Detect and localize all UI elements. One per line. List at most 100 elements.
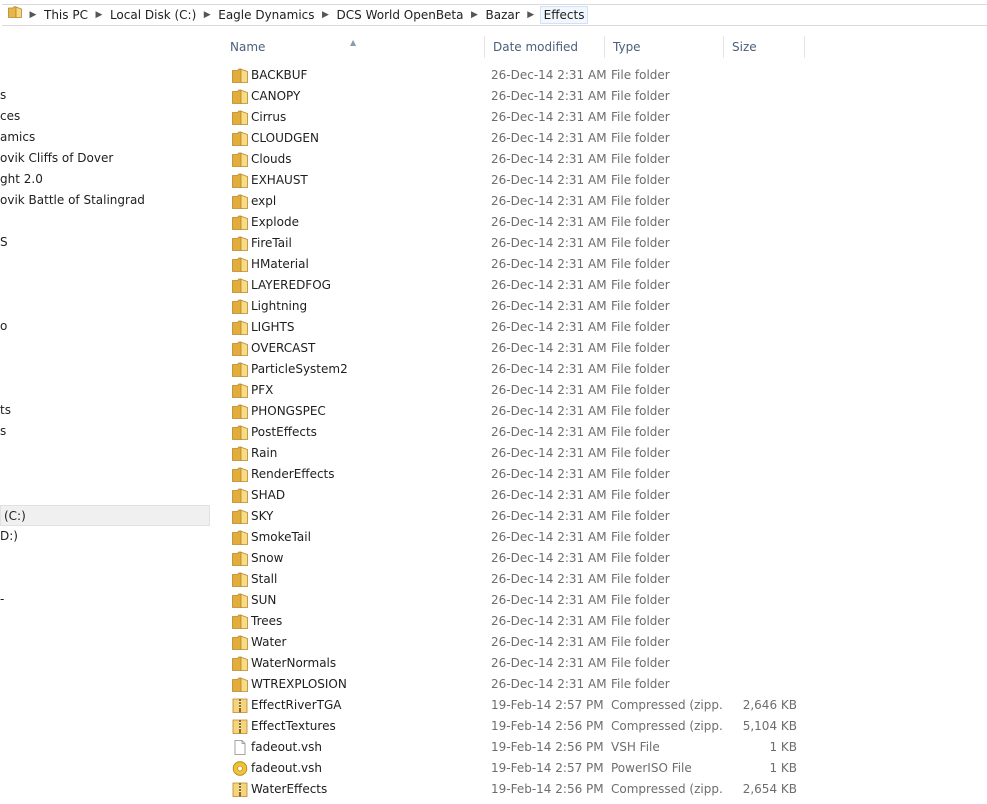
nav-item[interactable]: ts [0,400,212,421]
table-row[interactable]: RenderEffects 26-Dec-14 2:31 AM File folde… [222,464,812,485]
table-row[interactable]: LAYEREDFOG 26-Dec-14 2:31 AM File folder [222,275,812,296]
table-row[interactable]: Snow 26-Dec-14 2:31 AM File folder [222,548,812,569]
nav-item[interactable]: ovik Cliffs of Dover [0,148,212,169]
folder-icon [232,194,248,209]
file-date-modified: 26-Dec-14 2:31 AM [491,110,607,124]
file-size: 2,654 KB [742,782,797,796]
file-name: WTREXPLOSION [251,677,347,691]
address-bar[interactable]: ▶ This PC ▶ Local Disk (C:) ▶ Eagle Dynamics ▶… [0,0,987,30]
table-row[interactable]: FireTail 26-Dec-14 2:31 AM File folder [222,233,812,254]
chevron-right-icon[interactable]: ▶ [317,10,335,20]
table-row[interactable]: fadeout.vsh 19-Feb-14 2:56 PM VSH File 1 KB [222,737,812,758]
file-type: File folder [611,572,670,586]
table-row[interactable]: SUN 26-Dec-14 2:31 AM File folder [222,590,812,611]
folder-icon [232,173,248,188]
nav-item[interactable]: ovik Battle of Stalingrad [0,190,212,211]
nav-item-label: ght 2.0 [0,172,43,186]
file-type: File folder [611,446,670,460]
file-name: EXHAUST [251,173,308,187]
file-type: File folder [611,152,670,166]
table-row[interactable]: expl 26-Dec-14 2:31 AM File folder [222,191,812,212]
table-row[interactable]: PFX 26-Dec-14 2:31 AM File folder [222,380,812,401]
table-row[interactable]: SmokeTail 26-Dec-14 2:31 AM File folder [222,527,812,548]
table-row[interactable]: HMaterial 26-Dec-14 2:31 AM File folder [222,254,812,275]
file-date-modified: 26-Dec-14 2:31 AM [491,215,607,229]
folder-icon [8,6,22,18]
folder-icon [232,131,248,146]
nav-item[interactable]: ght 2.0 [0,169,212,190]
file-name: CLOUDGEN [251,131,319,145]
column-header-name[interactable]: Name ▲ [222,34,484,60]
file-date-modified: 26-Dec-14 2:31 AM [491,194,607,208]
table-row[interactable]: SHAD 26-Dec-14 2:31 AM File folder [222,485,812,506]
table-row[interactable]: Water 26-Dec-14 2:31 AM File folder [222,632,812,653]
table-row[interactable]: LIGHTS 26-Dec-14 2:31 AM File folder [222,317,812,338]
table-row[interactable]: ParticleSystem2 26-Dec-14 2:31 AM File fol… [222,359,812,380]
nav-item[interactable]: D:) [0,526,212,547]
folder-icon [232,551,248,566]
table-row[interactable]: Trees 26-Dec-14 2:31 AM File folder [222,611,812,632]
table-row[interactable]: BACKBUF 26-Dec-14 2:31 AM File folder [222,65,812,86]
nav-item-label: ts [0,403,11,417]
nav-item-label: - [0,592,5,606]
chevron-right-icon[interactable]: ▶ [90,10,108,20]
column-divider[interactable] [804,36,805,58]
chevron-right-icon[interactable]: ▶ [466,10,484,20]
file-type: File folder [611,677,670,691]
nav-item[interactable]: s [0,85,212,106]
breadcrumb-item[interactable]: This PC [42,8,90,22]
table-row[interactable]: EffectTextures 19-Feb-14 2:56 PM Compresse… [222,716,812,737]
nav-item[interactable]: ces [0,106,212,127]
chevron-right-icon[interactable]: ▶ [24,10,42,20]
navigation-pane[interactable]: s ces amics ovik Cliffs of Dover ght 2.0 ovik… [0,30,212,804]
nav-item[interactable]: S [0,232,212,253]
folder-icon [232,110,248,125]
table-row[interactable]: Clouds 26-Dec-14 2:31 AM File folder [222,149,812,170]
table-row[interactable]: EffectRiverTGA 19-Feb-14 2:57 PM Compresse… [222,695,812,716]
table-row[interactable]: PostEffects 26-Dec-14 2:31 AM File folder [222,422,812,443]
breadcrumb-item[interactable]: Eagle Dynamics [216,8,316,22]
folder-icon [232,341,248,356]
file-type: File folder [611,194,670,208]
zip-folder-icon [232,698,248,713]
file-list: BACKBUF 26-Dec-14 2:31 AM File folder CANOP… [222,65,812,800]
table-row[interactable]: WaterNormals 26-Dec-14 2:31 AM File folder [222,653,812,674]
nav-item[interactable]: amics [0,127,212,148]
table-row[interactable]: CANOPY 26-Dec-14 2:31 AM File folder [222,86,812,107]
table-row[interactable]: Stall 26-Dec-14 2:31 AM File folder [222,569,812,590]
file-type: File folder [611,131,670,145]
folder-icon [232,446,248,461]
file-name: WaterEffects [251,782,328,796]
file-type: File folder [611,551,670,565]
table-row[interactable]: EXHAUST 26-Dec-14 2:31 AM File folder [222,170,812,191]
table-row[interactable]: PHONGSPEC 26-Dec-14 2:31 AM File folder [222,401,812,422]
chevron-right-icon[interactable]: ▶ [522,10,540,20]
nav-item[interactable]: o [0,316,212,337]
table-row[interactable]: WTREXPLOSION 26-Dec-14 2:31 AM File folder [222,674,812,695]
nav-item[interactable]: s [0,421,212,442]
breadcrumb-item[interactable]: Bazar [484,8,522,22]
file-type: File folder [611,257,670,271]
table-row[interactable]: SKY 26-Dec-14 2:31 AM File folder [222,506,812,527]
breadcrumb-item[interactable]: Effects [539,6,589,24]
column-header-type-label: Type [613,40,641,54]
file-name: fadeout.vsh [251,761,323,775]
breadcrumb-item[interactable]: DCS World OpenBeta [335,8,466,22]
table-row[interactable]: Rain 26-Dec-14 2:31 AM File folder [222,443,812,464]
table-row[interactable]: Explode 26-Dec-14 2:31 AM File folder [222,212,812,233]
breadcrumb-item[interactable]: Local Disk (C:) [108,8,198,22]
table-row[interactable]: CLOUDGEN 26-Dec-14 2:31 AM File folder [222,128,812,149]
column-header-date[interactable]: Date modified [485,34,604,60]
column-header-size[interactable]: Size [724,34,804,60]
table-row[interactable]: WaterEffects 19-Feb-14 2:56 PM Compressed … [222,779,812,800]
table-row[interactable]: Cirrus 26-Dec-14 2:31 AM File folder [222,107,812,128]
file-icon [232,740,248,755]
table-row[interactable]: Lightning 26-Dec-14 2:31 AM File folder [222,296,812,317]
nav-item[interactable]: (C:) [0,505,210,526]
column-header-type[interactable]: Type [605,34,723,60]
file-name: HMaterial [251,257,309,271]
table-row[interactable]: OVERCAST 26-Dec-14 2:31 AM File folder [222,338,812,359]
chevron-right-icon[interactable]: ▶ [198,10,216,20]
nav-item[interactable]: - [0,589,212,610]
table-row[interactable]: fadeout.vsh 19-Feb-14 2:57 PM PowerISO Fil… [222,758,812,779]
